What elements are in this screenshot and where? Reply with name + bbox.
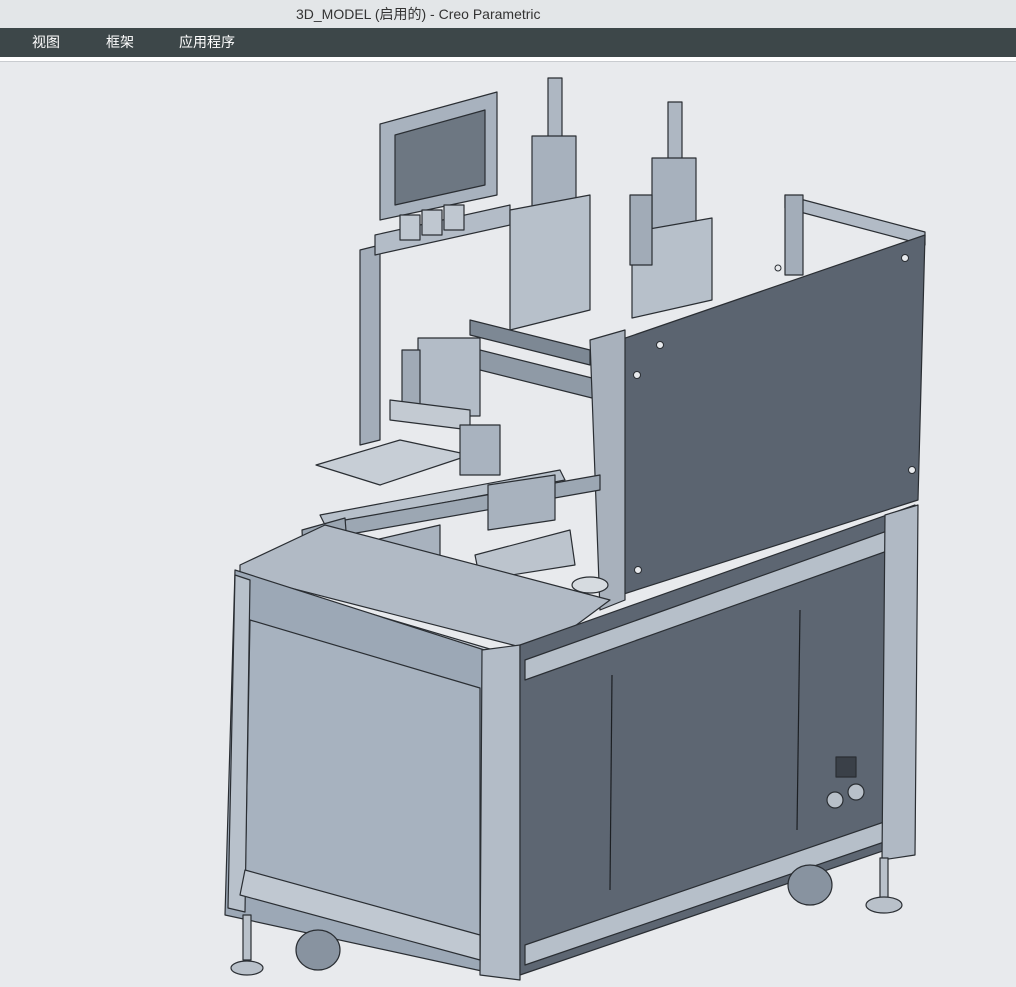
caster-wheel-left <box>295 929 341 971</box>
menu-item-view[interactable]: 视图 <box>32 28 60 57</box>
right-cylinder-rod <box>667 101 683 163</box>
menu-item-applications[interactable]: 应用程序 <box>179 28 235 57</box>
cabinet-right-face <box>519 504 916 976</box>
work-plate <box>315 439 471 486</box>
power-switch <box>835 756 857 778</box>
leveling-foot-left <box>230 960 264 976</box>
control-knob-1 <box>826 791 844 809</box>
control-knob-2 <box>847 783 865 801</box>
graphics-viewport[interactable] <box>0 62 1016 987</box>
machine-model-render <box>224 77 926 981</box>
leveling-foot-right <box>865 896 903 914</box>
menu-item-frame[interactable]: 框架 <box>106 28 134 57</box>
left-cylinder-rod <box>547 77 563 139</box>
window-title: 3D_MODEL (启用的) - Creo Parametric <box>296 6 541 22</box>
title-bar: 3D_MODEL (启用的) - Creo Parametric <box>0 0 1016 28</box>
rear-left-column <box>359 244 381 446</box>
menu-bar: 视图 框架 应用程序 <box>0 28 1016 57</box>
carriage-block-right <box>487 474 556 531</box>
caster-wheel-right <box>787 864 833 906</box>
